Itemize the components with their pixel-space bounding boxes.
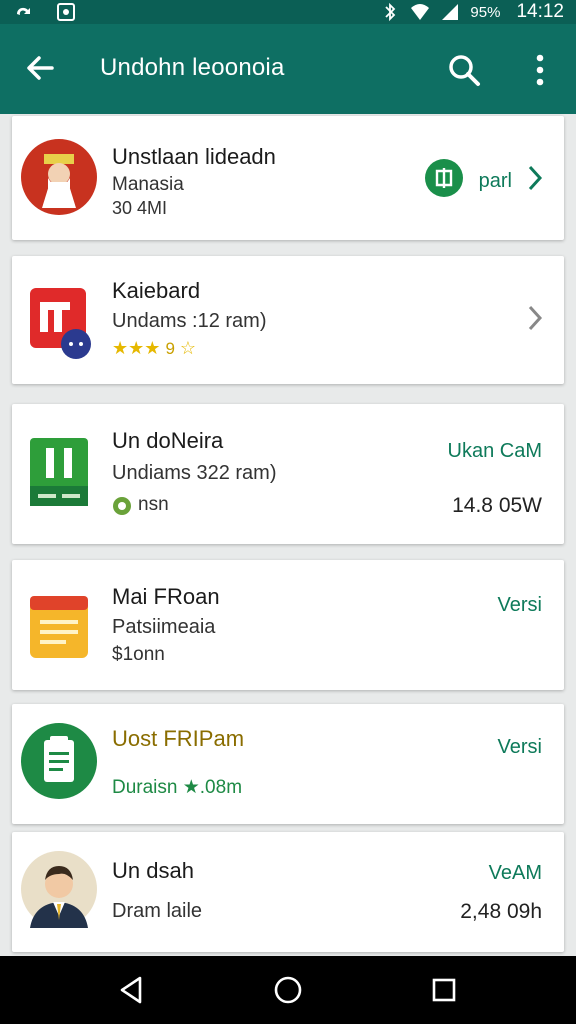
bluetooth-icon [385, 2, 396, 22]
rating-text: 9 [165, 339, 175, 358]
page-title: Undohn leoonoia [100, 54, 285, 81]
list-item[interactable]: Mai FRoan Patsiimeaia $1onn Versi [12, 560, 564, 690]
more-vert-icon[interactable] [528, 52, 552, 88]
item-status: Ukan CaM [447, 440, 542, 462]
nav-back-icon[interactable] [116, 974, 148, 1006]
clock: 14:12 [516, 1, 564, 22]
star-outline-icon: ☆ [179, 338, 197, 358]
item-title: Un dsah [112, 858, 194, 883]
item-size: 2,48 09h [460, 900, 542, 923]
item-meta: nsn [138, 494, 169, 515]
status-dot-icon [113, 497, 131, 515]
item-title: Mai FRoan [112, 584, 220, 609]
item-title: Unstlaan lideadn [112, 144, 276, 169]
list-item[interactable]: Un dsah Dram laile VeAM 2,48 09h [12, 832, 564, 952]
status-bar: 95% 14:12 [0, 0, 576, 24]
app-icon [30, 288, 91, 359]
item-status: VeAM [488, 862, 542, 884]
item-title: Un doNeira [112, 428, 224, 453]
wifi-icon [411, 4, 430, 20]
search-icon[interactable] [446, 52, 482, 88]
item-title: Kaiebard [112, 278, 201, 303]
screenshot-icon [57, 3, 75, 21]
sync-icon [17, 7, 30, 15]
item-subtitle: Undams :12 ram) [112, 310, 267, 332]
star-icon: ★★★ [112, 338, 161, 358]
chevron-right-icon[interactable] [526, 164, 544, 192]
app-icon [30, 438, 88, 506]
system-nav-bar [0, 956, 576, 1024]
list-item[interactable]: Un doNeira Undiams 322 ram) nsn Ukan CaM… [12, 404, 564, 544]
list-item[interactable]: Uost FRIPam Duraisn ★.08m Versi [12, 704, 564, 824]
item-subtitle: Undiams 322 ram) [112, 462, 277, 484]
item-meta: $1onn [112, 644, 165, 665]
item-size: 14.8 05W [452, 494, 542, 517]
install-badge-icon[interactable] [424, 158, 464, 198]
item-status: Versi [497, 594, 542, 616]
item-subtitle: Dram laile [112, 900, 203, 922]
item-meta: Duraisn ★.08m [112, 777, 243, 798]
item-title: Uost FRIPam [112, 726, 245, 751]
list-item[interactable]: Unstlaan lideadn Manasia 30 4MI parl [12, 116, 564, 240]
app-icon [21, 139, 97, 215]
item-subtitle: Manasia [112, 174, 184, 195]
nav-home-icon[interactable] [272, 974, 304, 1006]
action-label[interactable]: parl [479, 170, 512, 193]
list-item[interactable]: Kaiebard Undams :12 ram) ★★★ 9 ☆ [12, 256, 564, 384]
item-subtitle: Patsiimeaia [112, 616, 216, 638]
back-arrow-icon[interactable] [22, 50, 58, 86]
app-bar: Undohn leoonoia [0, 24, 576, 114]
app-icon [21, 723, 97, 799]
nav-recents-icon[interactable] [428, 974, 460, 1006]
avatar [21, 851, 97, 928]
item-meta: 30 4MI [112, 198, 168, 218]
signal-icon [442, 4, 459, 20]
app-icon [30, 596, 88, 658]
item-status: Versi [497, 736, 542, 758]
rating-stars: ★★★ 9 ☆ [112, 338, 196, 359]
battery-text: 95% [470, 3, 501, 21]
chevron-right-icon[interactable] [526, 304, 544, 332]
